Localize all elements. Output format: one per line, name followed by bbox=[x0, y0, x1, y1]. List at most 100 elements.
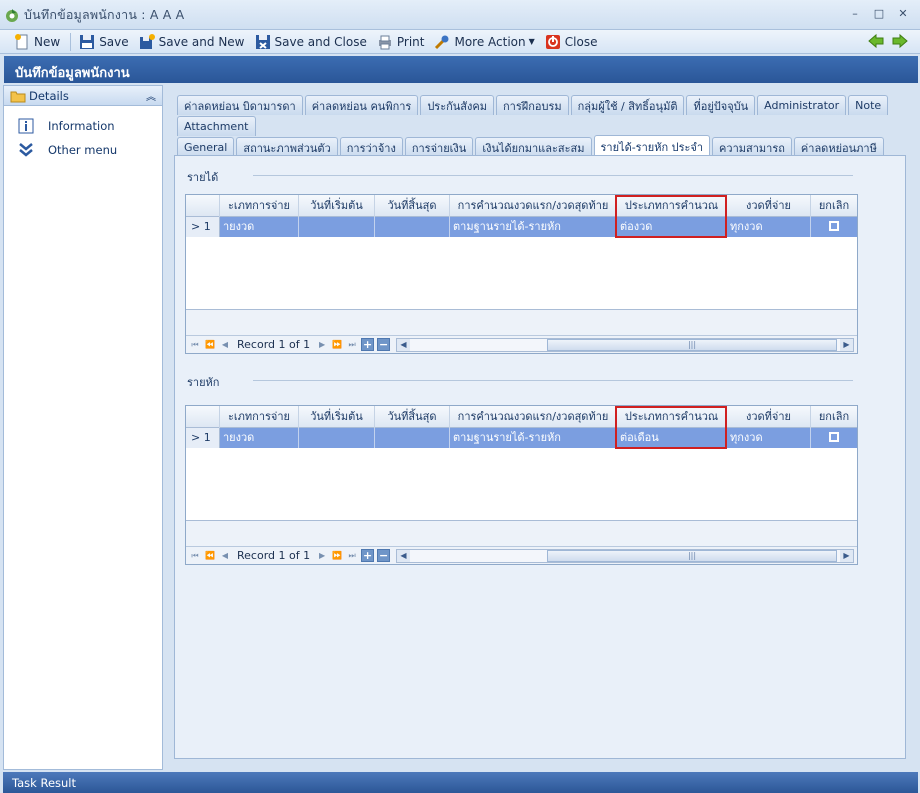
cell-end-date[interactable] bbox=[375, 428, 450, 448]
more-action-button[interactable]: More Action ▼ bbox=[430, 32, 538, 52]
close-window-button[interactable]: ✕ bbox=[892, 6, 914, 22]
column-header[interactable]: การคำนวณงวดแรก/งวดสุดท้าย bbox=[450, 195, 617, 217]
scroll-right-icon[interactable]: ▶ bbox=[840, 550, 853, 562]
column-header[interactable]: ยกเลิก bbox=[811, 195, 857, 217]
tab-note[interactable]: Note bbox=[848, 95, 889, 115]
last-record-icon[interactable]: ⏭ bbox=[346, 338, 358, 352]
row-indicator: > 1 bbox=[186, 217, 220, 237]
app-icon bbox=[4, 7, 20, 23]
minimize-button[interactable]: – bbox=[844, 6, 866, 22]
save-and-new-button[interactable]: Save and New bbox=[135, 32, 249, 52]
grid-header: ะเภทการจ่าย วันที่เริ่มต้น วันที่สิ้นสุด… bbox=[186, 406, 857, 428]
scroll-thumb[interactable]: ||| bbox=[547, 550, 837, 562]
column-header[interactable]: การคำนวณงวดแรก/งวดสุดท้าย bbox=[450, 406, 617, 428]
prev-record-icon[interactable]: ◀ bbox=[219, 338, 231, 352]
save-and-close-button[interactable]: Save and Close bbox=[251, 32, 371, 52]
next-record-icon[interactable]: ▶ bbox=[316, 549, 328, 563]
scroll-right-icon[interactable]: ▶ bbox=[840, 339, 853, 351]
horizontal-scrollbar[interactable]: ◀ ||| ▶ bbox=[396, 549, 854, 563]
cell-first-last-calc[interactable]: ตามฐานรายได้-รายหัก bbox=[450, 217, 617, 237]
tab-attachment[interactable]: Attachment bbox=[177, 116, 256, 136]
tab-row-2: Attachment bbox=[177, 116, 258, 136]
cell-pay-type[interactable]: ายงวด bbox=[220, 428, 299, 448]
indicator-header bbox=[186, 195, 220, 217]
details-header[interactable]: Details ︽ bbox=[4, 86, 162, 106]
maximize-button[interactable]: □ bbox=[868, 6, 890, 22]
tab-regular-income-deduction[interactable]: รายได้-รายหัก ประจำ bbox=[593, 135, 711, 157]
close-button[interactable]: Close bbox=[541, 32, 602, 52]
first-record-icon[interactable]: ⏮ bbox=[189, 338, 201, 352]
tab-carried-income[interactable]: เงินได้ยกมาและสะสม bbox=[475, 137, 592, 157]
column-header[interactable]: ะเภทการจ่าย bbox=[220, 195, 299, 217]
cell-cancel[interactable] bbox=[811, 217, 857, 237]
next-page-icon[interactable]: ⏩ bbox=[331, 549, 343, 563]
tab-personal-status[interactable]: สถานะภาพส่วนตัว bbox=[236, 137, 338, 157]
save-button[interactable]: Save bbox=[75, 32, 132, 52]
last-record-icon[interactable]: ⏭ bbox=[346, 549, 358, 563]
floppy-disk-icon bbox=[79, 34, 95, 50]
tab-payment[interactable]: การจ่ายเงิน bbox=[404, 137, 474, 157]
tab-training[interactable]: การฝึกอบรม bbox=[496, 95, 569, 115]
previous-arrow-icon[interactable] bbox=[868, 33, 884, 49]
scroll-left-icon[interactable]: ◀ bbox=[397, 550, 410, 562]
row-pointer-icon: > bbox=[191, 220, 201, 233]
collapse-icon[interactable]: ︽ bbox=[146, 88, 156, 103]
cell-first-last-calc[interactable]: ตามฐานรายได้-รายหัก bbox=[450, 428, 617, 448]
cancel-checkbox[interactable] bbox=[829, 221, 839, 231]
column-header[interactable]: วันที่สิ้นสุด bbox=[375, 195, 450, 217]
cell-cancel[interactable] bbox=[811, 428, 857, 448]
save-new-icon bbox=[139, 33, 155, 50]
print-button[interactable]: Print bbox=[373, 32, 429, 52]
tab-user-group[interactable]: กลุ่มผู้ใช้ / สิทธิ์อนุมัติ bbox=[570, 95, 685, 115]
tab-general[interactable]: General bbox=[177, 137, 235, 157]
tab-disabled-deduction[interactable]: ค่าลดหย่อน คนพิการ bbox=[304, 95, 419, 115]
column-header[interactable]: งวดที่จ่าย bbox=[727, 406, 811, 428]
status-bar: Task Result bbox=[3, 772, 918, 793]
grid-navigator: ⏮ ⏪ ◀ Record 1 of 1 ▶ ⏩ ⏭ + − ◀ ||| ▶ bbox=[186, 335, 857, 353]
cell-start-date[interactable] bbox=[299, 428, 375, 448]
prev-page-icon[interactable]: ⏪ bbox=[204, 338, 216, 352]
cell-start-date[interactable] bbox=[299, 217, 375, 237]
cell-end-date[interactable] bbox=[375, 217, 450, 237]
tab-parent-deduction[interactable]: ค่าลดหย่อน บิดามารดา bbox=[177, 95, 303, 115]
new-button[interactable]: New bbox=[10, 32, 64, 52]
tab-social-security[interactable]: ประกันสังคม bbox=[420, 95, 495, 115]
record-indicator: Record 1 of 1 bbox=[237, 338, 311, 351]
next-record-icon[interactable]: ▶ bbox=[316, 338, 328, 352]
scroll-thumb[interactable]: ||| bbox=[547, 339, 837, 351]
cell-pay-type[interactable]: ายงวด bbox=[220, 217, 299, 237]
sidebar-item-information[interactable]: Information bbox=[4, 114, 162, 138]
cell-pay-period[interactable]: ทุกงวด bbox=[727, 428, 811, 448]
tab-employment[interactable]: การว่าจ้าง bbox=[339, 137, 403, 157]
column-header[interactable]: งวดที่จ่าย bbox=[727, 195, 811, 217]
cancel-checkbox[interactable] bbox=[829, 432, 839, 442]
column-header[interactable]: วันที่เริ่มต้น bbox=[299, 406, 375, 428]
column-header[interactable]: วันที่เริ่มต้น bbox=[299, 195, 375, 217]
next-page-icon[interactable]: ⏩ bbox=[331, 338, 343, 352]
horizontal-scrollbar[interactable]: ◀ ||| ▶ bbox=[396, 338, 854, 352]
prev-record-icon[interactable]: ◀ bbox=[219, 549, 231, 563]
column-header[interactable]: ะเภทการจ่าย bbox=[220, 406, 299, 428]
cell-pay-period[interactable]: ทุกงวด bbox=[727, 217, 811, 237]
add-record-button[interactable]: + bbox=[361, 549, 375, 562]
tab-tax-deduction[interactable]: ค่าลดหย่อนภาษี bbox=[793, 137, 884, 157]
remove-record-button[interactable]: − bbox=[377, 338, 391, 351]
next-arrow-icon[interactable] bbox=[892, 33, 908, 49]
scroll-left-icon[interactable]: ◀ bbox=[397, 339, 410, 351]
tab-administrator[interactable]: Administrator bbox=[757, 95, 847, 115]
table-row[interactable]: ายงวด ตามฐานรายได้-รายหัก ต่อเดือน ทุกงว… bbox=[186, 428, 857, 448]
column-header[interactable]: วันที่สิ้นสุด bbox=[375, 406, 450, 428]
record-indicator: Record 1 of 1 bbox=[237, 549, 311, 562]
tab-skills[interactable]: ความสามารถ bbox=[712, 137, 792, 157]
table-row[interactable]: ายงวด ตามฐานรายได้-รายหัก ต่องวด ทุกงวด bbox=[186, 217, 857, 237]
window-title: บันทึกข้อมูลพนักงาน : A A A bbox=[24, 6, 185, 22]
first-record-icon[interactable]: ⏮ bbox=[189, 549, 201, 563]
column-header[interactable]: ยกเลิก bbox=[811, 406, 857, 428]
toolbar: New Save Save and New Save and Close Pri… bbox=[0, 30, 920, 54]
prev-page-icon[interactable]: ⏪ bbox=[204, 549, 216, 563]
add-record-button[interactable]: + bbox=[361, 338, 375, 351]
sidebar-item-other-menu[interactable]: Other menu bbox=[4, 138, 162, 162]
grid-header: ะเภทการจ่าย วันที่เริ่มต้น วันที่สิ้นสุด… bbox=[186, 195, 857, 217]
remove-record-button[interactable]: − bbox=[377, 549, 391, 562]
tab-current-address[interactable]: ที่อยู่ปัจจุบัน bbox=[686, 95, 756, 115]
